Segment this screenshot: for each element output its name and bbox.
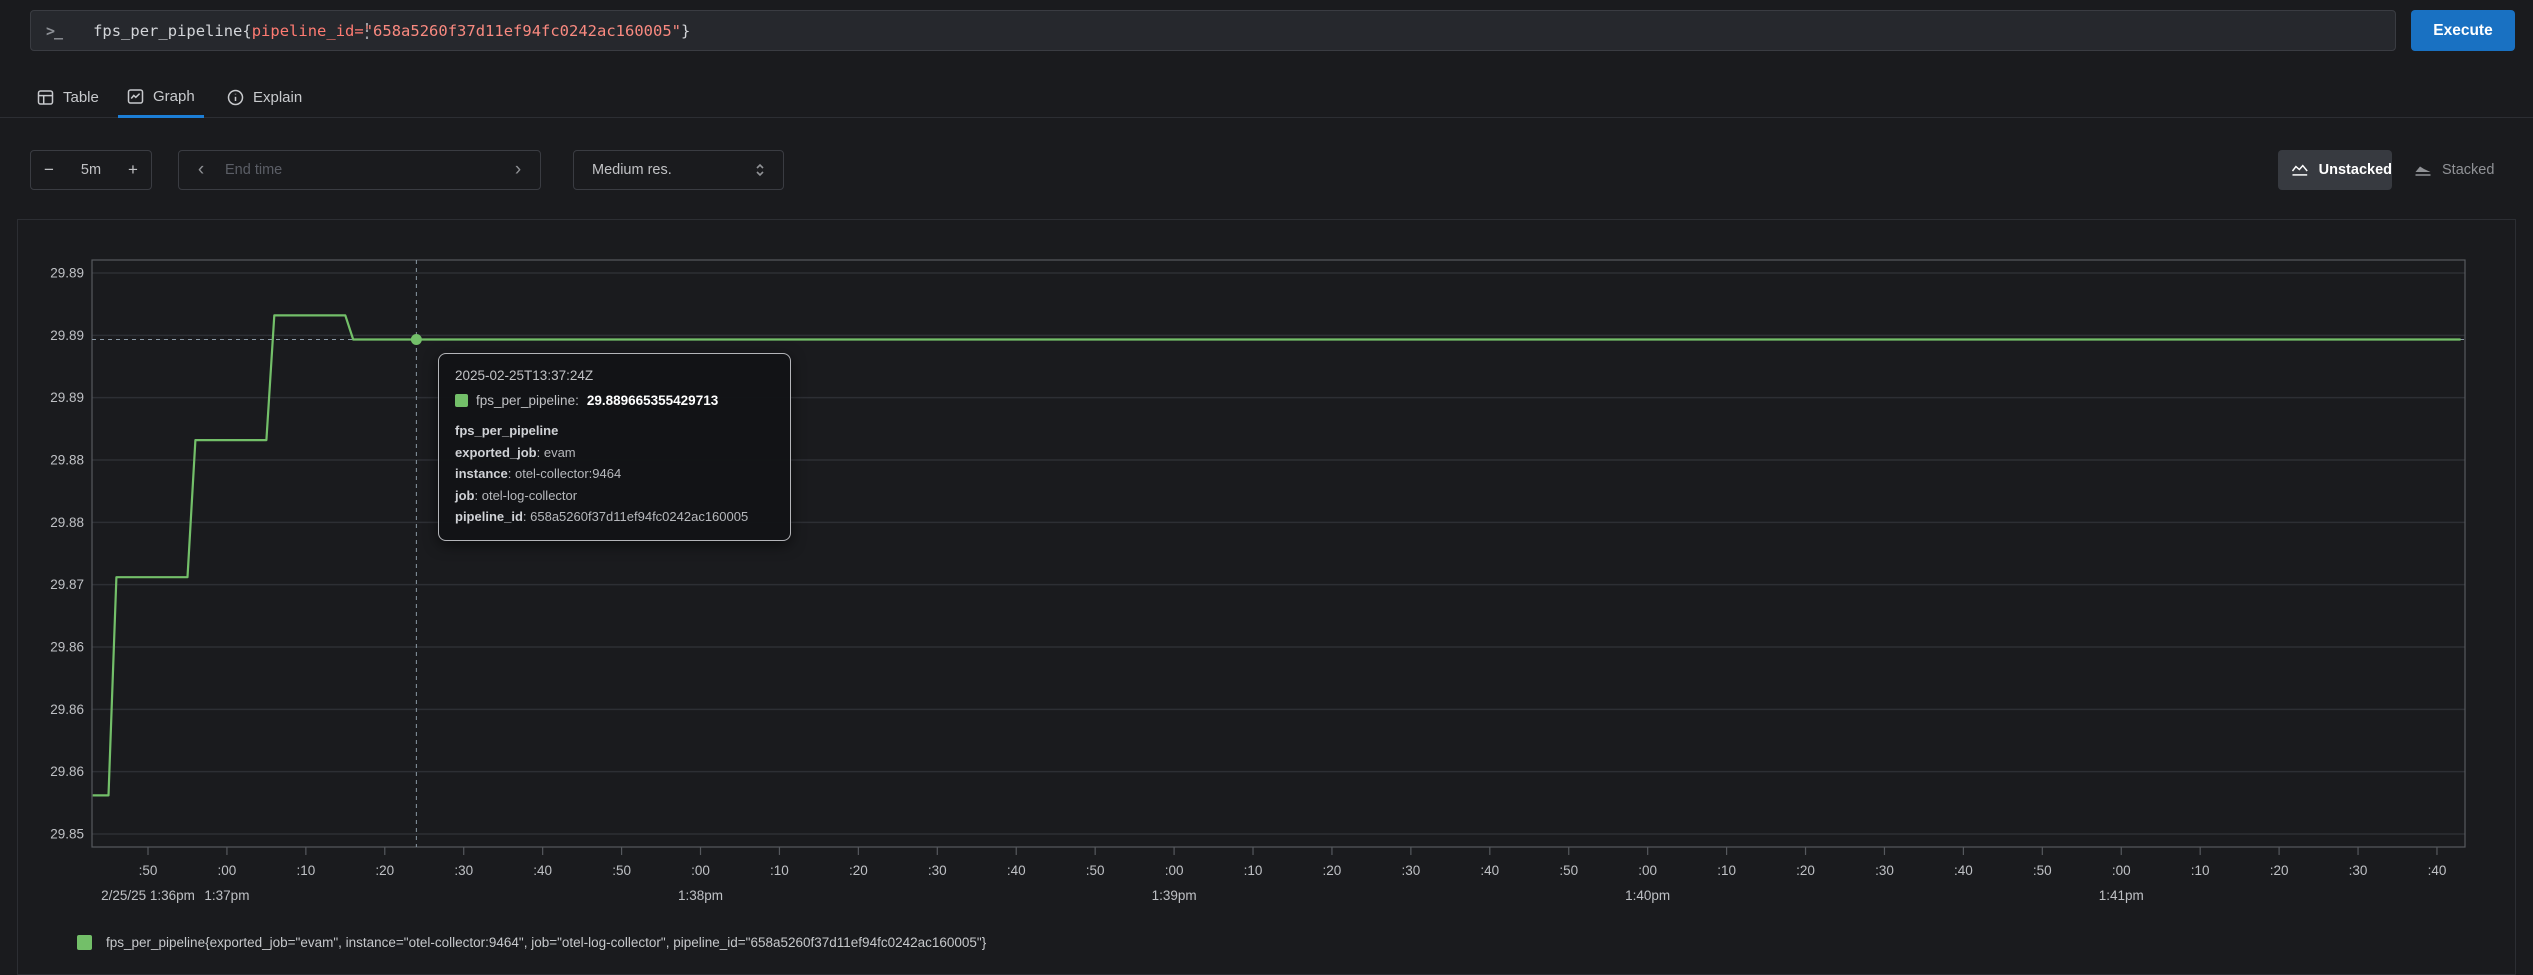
chart-canvas[interactable]: 29.89 29.89 29.89 29.88 29.88 29.87 29.86 29.86… xyxy=(18,220,2515,974)
chart-legend[interactable]: fps_per_pipeline{exported_job="evam", in… xyxy=(77,935,986,950)
unstacked-label: Unstacked xyxy=(2319,162,2392,178)
y-axis-label: 29.87 xyxy=(50,577,84,592)
x-axis-day-label: 1:38pm xyxy=(678,888,723,903)
x-axis-label: :10 xyxy=(770,863,789,878)
x-axis-label: :10 xyxy=(2191,863,2210,878)
tab-graph[interactable]: Graph xyxy=(118,78,204,118)
tab-label: Table xyxy=(63,89,99,106)
y-axis-label: 29.89 xyxy=(50,390,84,405)
end-time-prev-icon[interactable]: ‹ xyxy=(179,159,223,181)
tab-label: Graph xyxy=(153,88,195,105)
x-axis-label: :50 xyxy=(1559,863,1578,878)
legend-series-text: fps_per_pipeline{exported_job="evam", in… xyxy=(106,935,986,950)
info-icon xyxy=(227,89,244,106)
x-axis-label: :50 xyxy=(2033,863,2052,878)
x-axis-label: :40 xyxy=(1007,863,1026,878)
x-axis-label: :00 xyxy=(2112,863,2131,878)
x-axis-label: :00 xyxy=(691,863,710,878)
x-axis-label: :30 xyxy=(1401,863,1420,878)
x-axis-label: :40 xyxy=(2428,863,2447,878)
execute-button[interactable]: Execute xyxy=(2411,10,2515,51)
chart-tooltip: 2025-02-25T13:37:24Z fps_per_pipeline: 2… xyxy=(438,353,791,541)
tooltip-label-row: job: otel-log-collector xyxy=(455,485,774,507)
resolution-value: Medium res. xyxy=(592,162,753,178)
y-axis-label: 29.86 xyxy=(50,764,84,779)
end-time-picker[interactable]: ‹ End time › xyxy=(178,150,541,190)
table-icon xyxy=(37,89,54,106)
x-axis-day-label: 1:41pm xyxy=(2099,888,2144,903)
tooltip-labels: fps_per_pipelineexported_job: evaminstan… xyxy=(455,420,774,528)
query-label-name: pipeline_id xyxy=(252,22,355,40)
query-input[interactable]: >_ fps_per_pipeline{pipeline_id="658a526… xyxy=(30,10,2396,51)
range-increase-button[interactable]: + xyxy=(115,160,151,180)
tooltip-series-name: fps_per_pipeline: xyxy=(476,393,579,408)
x-axis-label: :30 xyxy=(928,863,947,878)
y-axis-label: 29.88 xyxy=(50,515,84,530)
range-value[interactable]: 5m xyxy=(67,162,115,178)
x-axis-label: :00 xyxy=(1165,863,1184,878)
tabs-bar: Table Graph Explain xyxy=(0,78,2533,118)
y-axis-label: 29.86 xyxy=(50,702,84,717)
x-axis-label: :40 xyxy=(533,863,552,878)
series-color-swatch xyxy=(455,394,468,407)
select-chevrons-icon xyxy=(753,162,767,178)
x-axis-label: :10 xyxy=(296,863,315,878)
query-label-value: "658a5260f37d11ef94fc0242ac160005" xyxy=(364,22,681,40)
tab-explain[interactable]: Explain xyxy=(218,78,311,117)
query-options-kebab-icon[interactable]: ⋮ xyxy=(355,20,379,44)
tab-label: Explain xyxy=(253,89,302,106)
x-axis-label: :50 xyxy=(612,863,631,878)
resolution-select[interactable]: Medium res. xyxy=(573,150,784,190)
legend-color-swatch xyxy=(77,935,92,950)
x-axis-label: :00 xyxy=(218,863,237,878)
x-axis-label: :30 xyxy=(2349,863,2368,878)
x-axis-label: :20 xyxy=(1796,863,1815,878)
y-axis-label: 29.88 xyxy=(50,453,84,468)
hover-point xyxy=(411,334,422,345)
x-axis-label: :30 xyxy=(454,863,473,878)
range-selector: − 5m + xyxy=(30,150,152,190)
plot-border xyxy=(92,260,2465,847)
tooltip-label-row: instance: otel-collector:9464 xyxy=(455,463,774,485)
graph-icon xyxy=(127,88,144,105)
tab-table[interactable]: Table xyxy=(28,78,108,117)
x-axis-label: :50 xyxy=(1086,863,1105,878)
y-axis-label: 29.89 xyxy=(50,266,84,281)
x-axis-label: :30 xyxy=(1875,863,1894,878)
x-axis-label: :10 xyxy=(1717,863,1736,878)
x-axis-label: :20 xyxy=(2270,863,2289,878)
tooltip-label-row: pipeline_id: 658a5260f37d11ef94fc0242ac1… xyxy=(455,506,774,528)
x-axis-label: :40 xyxy=(1954,863,1973,878)
query-text[interactable]: fps_per_pipeline{pipeline_id="658a5260f3… xyxy=(93,22,690,40)
y-axis-label: 29.89 xyxy=(50,328,84,343)
y-axis-label: 29.85 xyxy=(50,827,84,842)
x-axis-label: :40 xyxy=(1480,863,1499,878)
unstacked-toggle-button[interactable]: Unstacked xyxy=(2278,150,2392,190)
x-axis-day-label: 1:37pm xyxy=(204,888,249,903)
stacked-chart-icon xyxy=(2414,163,2432,178)
x-axis-label: :00 xyxy=(1638,863,1657,878)
tooltip-series-value: 29.889665355429713 xyxy=(587,393,718,408)
x-axis-label: :20 xyxy=(375,863,394,878)
graph-panel: 29.89 29.89 29.89 29.88 29.88 29.87 29.86 29.86… xyxy=(17,219,2516,975)
end-time-next-icon[interactable]: › xyxy=(496,159,540,181)
stacked-toggle-button[interactable]: Stacked xyxy=(2404,150,2499,190)
x-axis-label: :10 xyxy=(1244,863,1263,878)
x-axis-day-label: 1:40pm xyxy=(1625,888,1670,903)
tooltip-label-row: exported_job: evam xyxy=(455,442,774,464)
stacked-label: Stacked xyxy=(2442,162,2494,178)
end-time-input[interactable]: End time xyxy=(223,162,496,178)
terminal-prompt-icon: >_ xyxy=(46,22,62,40)
tooltip-label-row: fps_per_pipeline xyxy=(455,420,774,442)
x-axis-label: :20 xyxy=(849,863,868,878)
tooltip-timestamp: 2025-02-25T13:37:24Z xyxy=(455,368,774,383)
x-axis-label: :50 xyxy=(139,863,158,878)
range-decrease-button[interactable]: − xyxy=(31,160,67,180)
x-axis-day-label: 2/25/25 1:36pm xyxy=(101,888,195,903)
unstacked-chart-icon xyxy=(2291,163,2309,178)
x-axis-label: :20 xyxy=(1323,863,1342,878)
tooltip-value-row: fps_per_pipeline: 29.889665355429713 xyxy=(455,393,774,408)
y-axis-label: 29.86 xyxy=(50,640,84,655)
x-axis-day-label: 1:39pm xyxy=(1152,888,1197,903)
